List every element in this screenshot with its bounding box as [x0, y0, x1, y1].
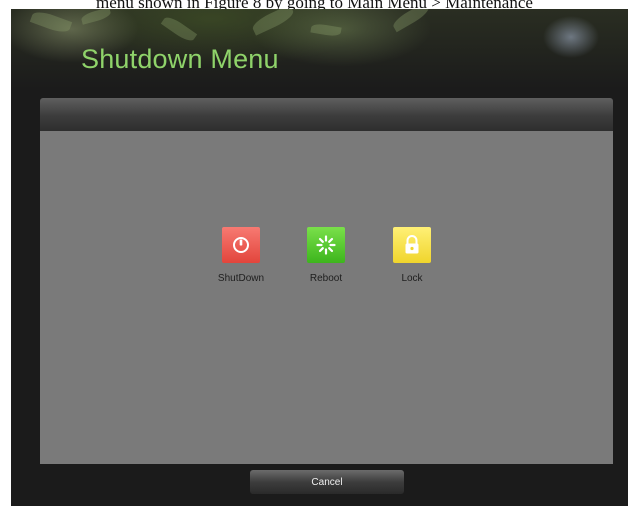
- lock-icon: [393, 227, 431, 263]
- power-icon: [222, 227, 260, 263]
- reboot-label: Reboot: [309, 273, 343, 284]
- lock-button[interactable]: Lock: [372, 227, 452, 284]
- reboot-button[interactable]: Reboot: [286, 227, 366, 284]
- menu-panel: ShutDown Reboot Lock: [40, 131, 613, 464]
- window-title: Shutdown Menu: [81, 44, 279, 74]
- cancel-button[interactable]: Cancel: [250, 470, 404, 494]
- shutdown-button[interactable]: ShutDown: [201, 227, 281, 284]
- panel-header-bar: [40, 98, 613, 131]
- lock-label: Lock: [401, 273, 423, 284]
- header-banner: Shutdown Menu: [11, 9, 628, 89]
- shutdown-menu-window: Shutdown Menu ShutDown Reboot Lock Cance…: [11, 9, 628, 506]
- shutdown-label: ShutDown: [217, 273, 265, 284]
- reboot-icon: [307, 227, 345, 263]
